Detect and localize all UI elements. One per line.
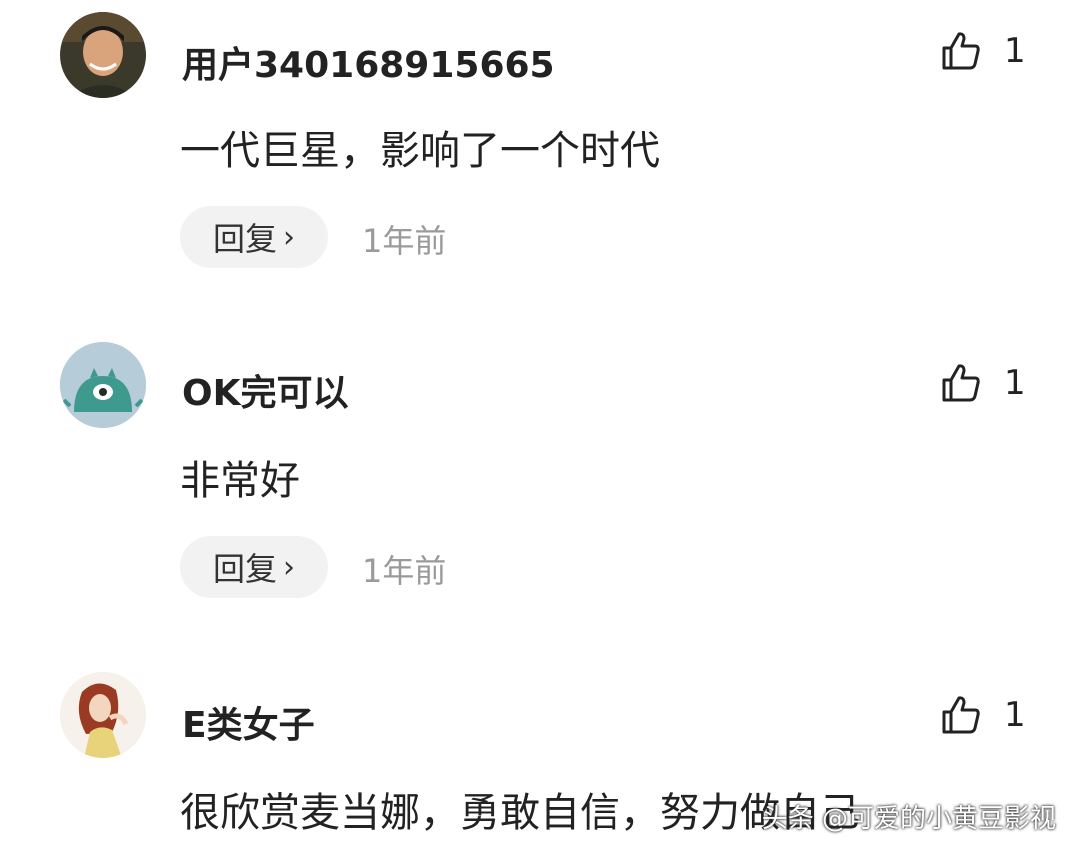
reply-button[interactable]: 回复 › <box>180 206 328 268</box>
user-avatar[interactable] <box>60 672 146 758</box>
username[interactable]: E类女子 <box>182 696 315 748</box>
like-count: 1 <box>1004 695 1026 735</box>
like-button[interactable]: 1 <box>940 30 1026 72</box>
thumbs-up-icon <box>942 364 980 402</box>
like-button[interactable]: 1 <box>940 694 1026 736</box>
thumbs-up-icon <box>942 696 980 734</box>
like-button[interactable]: 1 <box>940 362 1026 404</box>
comment-text: 很欣赏麦当娜，勇敢自信，努力做自己 <box>180 790 860 836</box>
chevron-right-icon: › <box>283 219 295 255</box>
username[interactable]: OK完可以 <box>182 364 349 416</box>
user-avatar[interactable] <box>60 342 146 428</box>
reply-label: 回复 <box>212 550 277 588</box>
reply-button[interactable]: 回复 › <box>180 536 328 598</box>
user-avatar[interactable] <box>60 12 146 98</box>
comment-time: 1年前 <box>362 552 447 590</box>
chevron-right-icon: › <box>283 549 295 585</box>
comment-text: 非常好 <box>180 458 300 504</box>
watermark: 头条 @可爱的小黄豆影视 <box>761 804 1056 834</box>
like-count: 1 <box>1004 363 1026 403</box>
reply-label: 回复 <box>212 220 277 258</box>
username[interactable]: 用户340168915665 <box>182 36 555 88</box>
comment-text: 一代巨星，影响了一个时代 <box>180 128 660 174</box>
thumbs-up-icon <box>942 32 980 70</box>
comment-time: 1年前 <box>362 222 447 260</box>
like-count: 1 <box>1004 31 1026 71</box>
